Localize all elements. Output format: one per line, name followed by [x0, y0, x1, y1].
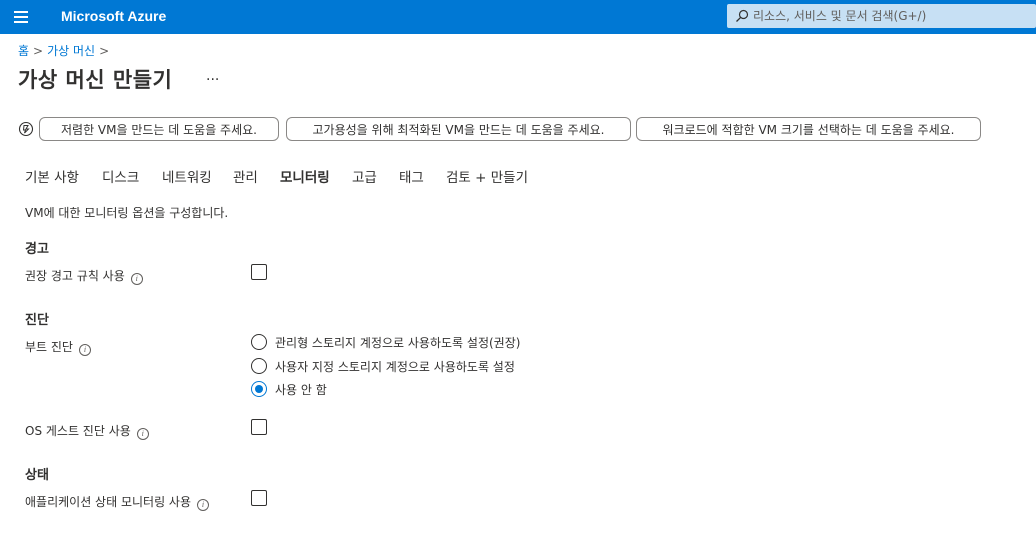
app-health-label: 애플리케이션 상태 모니터링 사용 i — [25, 493, 210, 511]
page-title: 가상 머신 만들기 — [18, 68, 173, 92]
app-health-text: 애플리케이션 상태 모니터링 사용 — [25, 495, 192, 509]
tab-tags[interactable]: 태그 — [399, 166, 424, 186]
radio-managed[interactable] — [251, 334, 267, 350]
tab-disks[interactable]: 디스크 — [102, 166, 139, 186]
info-icon[interactable]: i — [130, 273, 143, 285]
app-health-checkbox[interactable] — [251, 490, 267, 506]
brand-title[interactable]: Microsoft Azure — [61, 8, 166, 24]
os-guest-diagnostics-text: OS 게스트 진단 사용 — [25, 424, 131, 438]
menu-icon[interactable] — [14, 11, 28, 23]
os-guest-diagnostics-label: OS 게스트 진단 사용 i — [25, 422, 149, 440]
health-heading: 상태 — [25, 468, 49, 483]
recommended-alerts-label: 권장 경고 규칙 사용 i — [25, 267, 143, 285]
diagnostics-heading: 진단 — [25, 313, 49, 328]
more-options-button[interactable]: ... — [206, 68, 219, 84]
info-icon[interactable]: i — [136, 428, 149, 440]
chevron-right-icon: > — [33, 44, 44, 58]
recommended-alerts-text: 권장 경고 규칙 사용 — [25, 269, 125, 283]
boot-diagnostics-text: 부트 진단 — [25, 340, 73, 354]
breadcrumb-home[interactable]: 홈 — [18, 44, 29, 58]
suggestion-button-high-availability[interactable]: 고가용성을 위해 최적화된 VM을 만드는 데 도움을 주세요. — [286, 117, 631, 141]
search-input[interactable] — [753, 6, 1023, 26]
global-search[interactable] — [727, 4, 1036, 28]
radio-custom-label: 사용자 지정 스토리지 계정으로 사용하도록 설정 — [275, 360, 515, 374]
tab-basics[interactable]: 기본 사항 — [25, 166, 79, 186]
breadcrumb: 홈 > 가상 머신 > — [18, 42, 113, 59]
tab-networking[interactable]: 네트워킹 — [162, 166, 212, 186]
monitoring-description: VM에 대한 모니터링 옵션을 구성합니다. — [25, 206, 229, 220]
radio-disabled[interactable] — [251, 381, 267, 397]
alerts-heading: 경고 — [25, 242, 49, 257]
info-icon[interactable]: i — [197, 499, 210, 511]
recommended-alerts-checkbox[interactable] — [251, 264, 267, 280]
tab-management[interactable]: 관리 — [233, 166, 258, 186]
radio-managed-label: 관리형 스토리지 계정으로 사용하도록 설정(권장) — [275, 336, 521, 350]
copilot-icon — [18, 121, 34, 137]
os-guest-diagnostics-checkbox[interactable] — [251, 419, 267, 435]
active-tab-indicator — [280, 28, 330, 30]
chevron-right-icon: > — [99, 44, 110, 58]
suggestion-button-vm-size[interactable]: 워크로드에 적합한 VM 크기를 선택하는 데 도움을 주세요. — [636, 117, 981, 141]
tab-monitoring[interactable]: 모니터링 — [280, 166, 330, 186]
top-bar: Microsoft Azure — [0, 0, 1036, 34]
info-icon[interactable]: i — [78, 344, 91, 356]
boot-diagnostics-label: 부트 진단 i — [25, 338, 91, 356]
suggestion-button-low-cost[interactable]: 저렴한 VM을 만드는 데 도움을 주세요. — [39, 117, 279, 141]
breadcrumb-virtual-machines[interactable]: 가상 머신 — [47, 44, 95, 58]
radio-custom[interactable] — [251, 358, 267, 374]
tab-review-create[interactable]: 검토 + 만들기 — [446, 166, 528, 186]
tab-advanced[interactable]: 고급 — [352, 166, 377, 186]
radio-disabled-label: 사용 안 함 — [275, 383, 327, 397]
search-icon — [736, 9, 749, 22]
